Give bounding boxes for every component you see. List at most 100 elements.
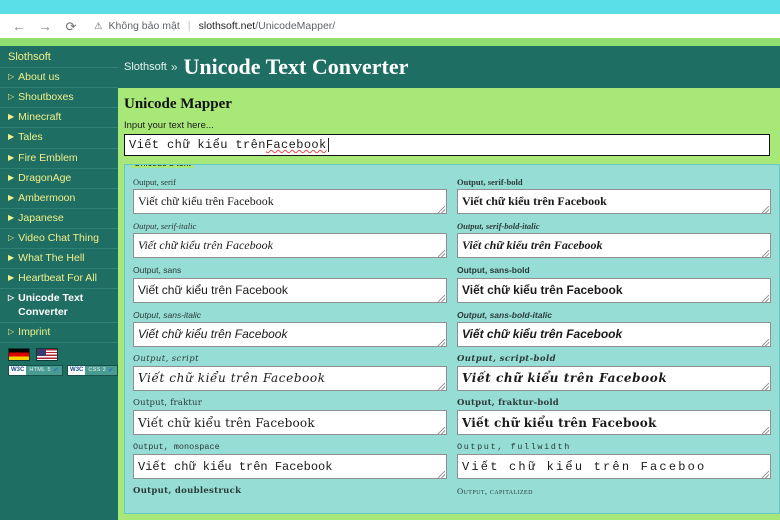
resize-handle-icon[interactable]: [762, 382, 769, 390]
w3c-css3-badge[interactable]: W3C CSS 3 ✔: [67, 364, 118, 376]
output-label: Output, sans: [133, 265, 182, 276]
sidebar-item-label: What The Hell: [18, 252, 85, 265]
triangle-filled-icon: ▶: [8, 132, 15, 142]
output-textarea-fraktur-bold[interactable]: Viết chữ kiểu trên Facebook: [457, 410, 771, 436]
german-flag-icon[interactable]: [8, 347, 30, 361]
section-title: Unicode Mapper: [124, 96, 232, 112]
badge-version: 3: [102, 366, 106, 373]
output-value: Viết chữ kiểu trên Facebook: [462, 283, 623, 298]
output-columns: Output, serif Viết chữ kiểu trên Faceboo…: [133, 169, 771, 504]
reload-icon[interactable]: ⟳: [58, 14, 84, 38]
output-value: Viết chữ kiểu trên Facebook: [462, 327, 623, 342]
sidebar-item-label: Video Chat Thing: [18, 232, 99, 244]
output-textarea-script[interactable]: Viết chữ kiểu trên Facebook: [133, 365, 447, 391]
sidebar-item-label: Heartbeat For All: [18, 272, 97, 285]
output-textarea-serif[interactable]: Viết chữ kiểu trên Facebook: [133, 189, 447, 215]
html5-badge-label: HTML 5 ✔: [26, 365, 63, 375]
output-label: Output, sans-italic: [133, 309, 202, 320]
security-status-label: Không bảo mật: [108, 20, 180, 32]
resize-handle-icon[interactable]: [438, 471, 445, 479]
output-label: Output, fraktur: [133, 397, 202, 408]
forward-arrow-icon[interactable]: →: [32, 14, 58, 38]
output-block-fraktur: Output, fraktur Viết chữ kiểu trên Faceb…: [133, 397, 447, 436]
sidebar-item-dragonage[interactable]: ▶ DragonAge: [0, 169, 118, 189]
sidebar-item-unicode-text-converter[interactable]: ▷ Unicode Text Converter: [0, 289, 118, 323]
text-caret: [327, 138, 329, 152]
back-arrow-icon[interactable]: ←: [6, 14, 32, 38]
output-textarea-serif-italic[interactable]: Viết chữ kiểu trên Facebook: [133, 233, 447, 259]
browser-toolbar: ← → ⟳ ⚠ Không bảo mật | slothsoft.net/Un…: [0, 14, 780, 38]
resize-handle-icon[interactable]: [762, 206, 769, 214]
sidebar-item-japanese[interactable]: ▶ Japanese: [0, 209, 118, 229]
output-value: Viết chữ kiểu trên Facebook: [138, 415, 315, 430]
sidebar-item-label: About us: [18, 71, 60, 83]
address-bar[interactable]: ⚠ Không bảo mật | slothsoft.net/UnicodeM…: [84, 14, 774, 38]
output-textarea-fraktur[interactable]: Viết chữ kiểu trên Facebook: [133, 410, 447, 436]
resize-handle-icon[interactable]: [438, 206, 445, 214]
triangle-filled-icon: ▶: [8, 172, 15, 182]
sidebar-item-fire-emblem[interactable]: ▶ Fire Emblem: [0, 149, 118, 169]
sidebar-item-heartbeat-for-all[interactable]: ▶ Heartbeat For All: [0, 269, 118, 290]
us-flag-icon[interactable]: [36, 347, 58, 361]
output-textarea-serif-bold-italic[interactable]: Viết chữ kiểu trên Facebook: [457, 233, 771, 259]
sidebar-item-label: Tales: [18, 131, 43, 144]
sidebar-top-strip: [0, 38, 118, 46]
output-block-sans-italic: Output, sans-italic Viết chữ kiểu trên F…: [133, 310, 447, 347]
output-value: Viết chữ kiểu trên Facebook: [138, 238, 273, 253]
sidebar-item-minecraft[interactable]: ▶ Minecraft: [0, 108, 118, 129]
output-textarea-sans-bold-italic[interactable]: Viết chữ kiểu trên Facebook: [457, 321, 771, 347]
resize-handle-icon[interactable]: [762, 471, 769, 479]
sidebar-item-about-us[interactable]: ▷ About us: [0, 68, 118, 89]
resize-handle-icon[interactable]: [438, 294, 445, 302]
sidebar-item-shoutboxes[interactable]: ▷ Shoutboxes: [0, 88, 118, 109]
w3c-logo-icon: W3C: [68, 365, 86, 375]
output-value: Viết chữ kiểu trên Facebook: [462, 415, 657, 430]
sidebar-item-tales[interactable]: ▶ Tales: [0, 128, 118, 149]
input-value-text: Viết chữ kiểu trên: [129, 138, 266, 152]
browser-tab-strip[interactable]: [0, 0, 780, 14]
resize-handle-icon[interactable]: [438, 427, 445, 435]
resize-handle-icon[interactable]: [438, 382, 445, 390]
w3c-html5-badge[interactable]: W3C HTML 5 ✔: [8, 364, 64, 376]
sidebar-item-label: Imprint: [18, 325, 51, 338]
output-textarea-sans-italic[interactable]: Viết chữ kiểu trên Facebook: [133, 321, 447, 347]
sidebar-item-label: Unicode Text Converter: [18, 292, 84, 318]
output-label: Output, fullwidth: [457, 442, 571, 453]
triangle-outline-icon: ▷: [8, 233, 15, 242]
language-flags: [8, 347, 112, 361]
output-label: Output, serif-bold: [457, 177, 523, 187]
resize-handle-icon[interactable]: [762, 338, 769, 346]
input-value-misspelled: Facebook: [265, 138, 327, 152]
fieldset-legend: Unicode'd text: [131, 165, 194, 168]
resize-handle-icon[interactable]: [762, 427, 769, 435]
sidebar-item-imprint[interactable]: ▷ Imprint: [0, 323, 118, 343]
output-label: Output, sans-bold: [457, 265, 530, 276]
output-label: Output, serif: [133, 177, 176, 187]
output-textarea-sans-bold[interactable]: Viết chữ kiểu trên Facebook: [457, 277, 771, 303]
sidebar-item-video-chat-thing[interactable]: ▷ Video Chat Thing: [0, 229, 118, 250]
sidebar-item-what-the-hell[interactable]: ▶ What The Hell: [0, 249, 118, 270]
triangle-filled-icon: ▶: [8, 212, 15, 222]
resize-handle-icon[interactable]: [438, 338, 445, 346]
output-block-doublestruck: Output, doublestruck: [133, 486, 447, 496]
output-textarea-sans[interactable]: Viết chữ kiểu trên Facebook: [133, 277, 447, 303]
text-input[interactable]: Viết chữ kiểu trên Facebook: [124, 134, 771, 156]
breadcrumb-site[interactable]: Slothsoft: [124, 61, 167, 73]
output-textarea-monospace[interactable]: Viết chữ kiểu trên Facebook: [133, 454, 447, 480]
sidebar-item-ambermoon[interactable]: ▶ Ambermoon: [0, 189, 118, 209]
resize-handle-icon[interactable]: [762, 250, 769, 258]
output-textarea-fullwidth[interactable]: Viết chữ kiểu trên Faceboo: [457, 454, 771, 480]
output-label: Output, script: [133, 353, 199, 364]
check-icon: ✔: [107, 366, 115, 374]
output-block-monospace: Output, monospace Viết chữ kiểu trên Fac…: [133, 442, 447, 480]
url-path: /UnicodeMapper/: [255, 20, 336, 32]
output-textarea-script-bold[interactable]: Viết chữ kiểu trên Facebook: [457, 365, 771, 391]
output-block-sans: Output, sans Viết chữ kiểu trên Facebook: [133, 265, 447, 303]
output-value: Viết chữ kiểu trên Facebook: [138, 327, 288, 342]
sidebar-title: Slothsoft: [0, 46, 118, 68]
badge-spec: HTML: [29, 366, 46, 373]
output-textarea-serif-bold[interactable]: Viết chữ kiểu trên Facebook: [457, 189, 771, 215]
resize-handle-icon[interactable]: [762, 294, 769, 302]
resize-handle-icon[interactable]: [438, 250, 445, 258]
output-fieldset: Unicode'd text Output, serif Viết chữ ki…: [124, 164, 780, 514]
